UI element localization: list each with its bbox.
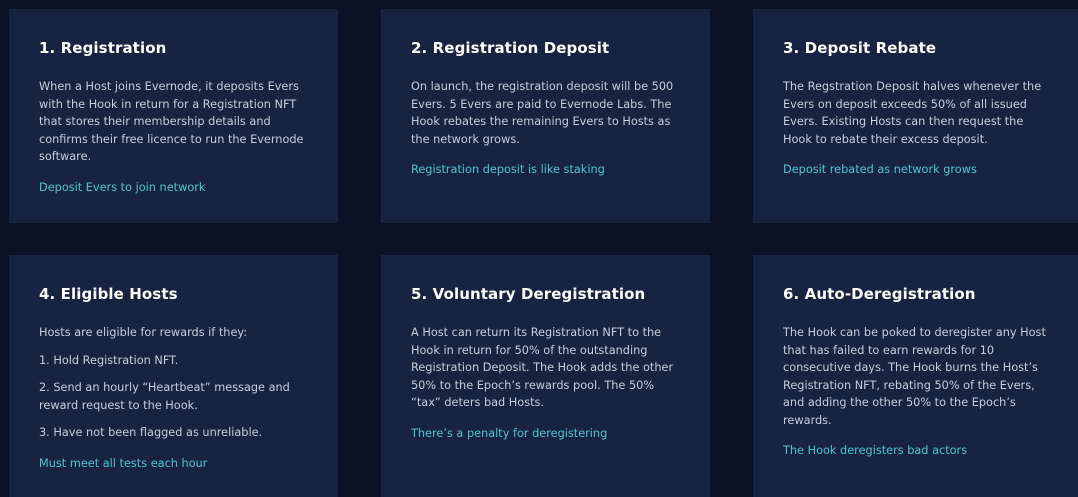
card-voluntary-deregistration: 5. Voluntary Deregistration A Host can r… <box>381 255 710 497</box>
card-text: 3. Have not been flagged as unreliable. <box>39 426 263 439</box>
card-registration-deposit: 2. Registration Deposit On launch, the r… <box>381 9 710 223</box>
card-link[interactable]: Registration deposit is like staking <box>411 161 605 179</box>
card-text: On launch, the registration deposit will… <box>411 80 674 146</box>
card-title: 6. Auto-Deregistration <box>783 285 976 303</box>
card-link[interactable]: The Hook deregisters bad actors <box>783 442 967 460</box>
card-eligible-hosts: 4. Eligible Hosts Hosts are eligible for… <box>9 255 338 497</box>
card-link[interactable]: Must meet all tests each hour <box>39 455 207 473</box>
card-title: 2. Registration Deposit <box>411 39 610 57</box>
card-text: 1. Hold Registration NFT. <box>39 353 179 367</box>
card-registration: 1. Registration When a Host joins Everno… <box>9 9 338 223</box>
card-text: Hosts are eligible for rewards if they: <box>39 326 248 339</box>
card-title: 4. Eligible Hosts <box>39 285 178 303</box>
card-text: 2. Send an hourly “Heartbeat” message an… <box>39 381 290 412</box>
card-link[interactable]: Deposit rebated as network grows <box>783 161 977 179</box>
card-deposit-rebate: 3. Deposit Rebate The Regstration Deposi… <box>753 9 1078 223</box>
card-link[interactable]: Deposit Evers to join network <box>39 179 205 197</box>
card-text: When a Host joins Evernode, it deposits … <box>39 80 304 163</box>
card-title: 1. Registration <box>39 39 167 57</box>
card-link[interactable]: There’s a penalty for deregistering <box>411 425 607 443</box>
card-title: 5. Voluntary Deregistration <box>411 285 646 303</box>
card-text: The Regstration Deposit halves whenever … <box>783 80 1042 146</box>
card-title: 3. Deposit Rebate <box>783 39 937 57</box>
card-text: A Host can return its Registration NFT t… <box>411 326 674 409</box>
card-auto-deregistration: 6. Auto-Deregistration The Hook can be p… <box>753 255 1078 497</box>
card-text: The Hook can be poked to deregister any … <box>783 326 1046 427</box>
